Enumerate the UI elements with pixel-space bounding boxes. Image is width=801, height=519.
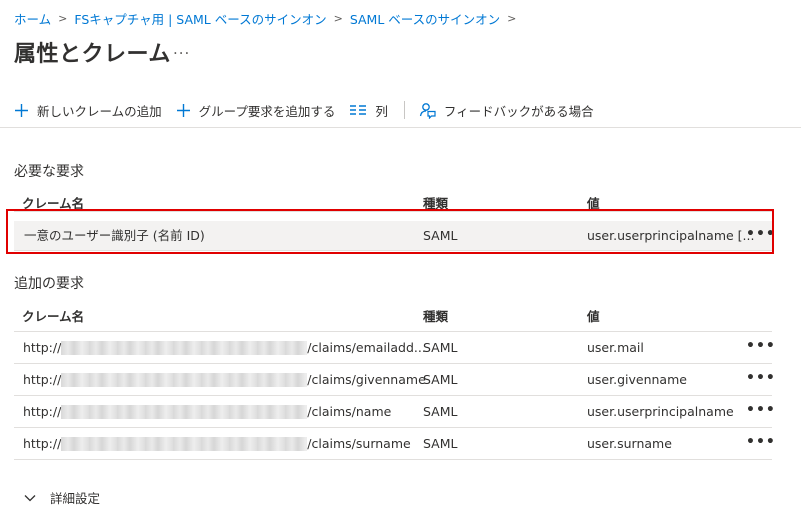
row-more-button[interactable]: ••• [746, 364, 776, 392]
row-more-button[interactable]: ••• [746, 332, 776, 360]
add-claim-button[interactable]: 新しいクレームの追加 [14, 101, 162, 120]
required-claims-heading: 必要な要求 [14, 164, 84, 180]
row-more-button[interactable]: ••• [746, 428, 776, 456]
claim-name: http:///claims/name [23, 404, 392, 419]
claim-type: SAML [423, 436, 458, 451]
page-title: 属性とクレーム [14, 42, 171, 67]
claim-name: http:///claims/surname [23, 436, 411, 451]
claim-value: user.givenname [587, 372, 687, 387]
add-group-claim-label: グループ要求を追加する [198, 103, 336, 119]
add-group-claim-button[interactable]: グループ要求を追加する [176, 101, 336, 120]
breadcrumb-app[interactable]: FSキャプチャ用 | SAML ベースのサインオン [74, 9, 326, 28]
column-header-type[interactable]: 種類 [423, 306, 448, 325]
breadcrumb-saml[interactable]: SAML ベースのサインオン [350, 9, 500, 28]
redacted-url [61, 372, 308, 387]
feedback-label: フィードバックがある場合 [443, 103, 594, 119]
table-row[interactable]: http:///claims/givenname SAML user.given… [14, 364, 775, 396]
claim-value: user.mail [587, 340, 644, 355]
advanced-settings-toggle[interactable]: 詳細設定 [24, 488, 100, 507]
chevron-right-icon: > [58, 12, 68, 25]
claim-name: http:///claims/emailadd... [23, 340, 426, 355]
claim-type: SAML [423, 372, 458, 387]
redacted-url [61, 404, 308, 419]
claim-value: user.surname [587, 436, 672, 451]
columns-icon [350, 105, 367, 115]
feedback-icon [419, 102, 436, 119]
claim-name: http:///claims/givenname [23, 372, 426, 387]
redacted-url [61, 436, 308, 451]
breadcrumb-home[interactable]: ホーム [14, 9, 51, 28]
claim-type: SAML [423, 340, 458, 355]
feedback-button[interactable]: フィードバックがある場合 [419, 101, 594, 120]
chevron-right-icon: > [333, 12, 343, 25]
column-header-claim-name[interactable]: クレーム名 [22, 306, 84, 325]
toolbar-divider-line [0, 127, 801, 128]
table-row[interactable]: http:///claims/surname SAML user.surname… [14, 428, 775, 460]
redacted-url [61, 340, 308, 355]
chevron-right-icon: > [507, 12, 517, 25]
add-claim-label: 新しいクレームの追加 [37, 103, 162, 119]
table-row[interactable]: http:///claims/name SAML user.userprinci… [14, 396, 775, 428]
column-header-value[interactable]: 値 [587, 306, 600, 325]
command-bar: 新しいクレームの追加 グループ要求を追加する 列 フィードバックがある場合 [14, 98, 608, 122]
columns-button[interactable]: 列 [349, 101, 388, 120]
chevron-down-icon [24, 494, 36, 501]
more-options-button[interactable]: ... [173, 40, 190, 58]
breadcrumb: ホーム > FSキャプチャ用 | SAML ベースのサインオン > SAML ベ… [14, 9, 523, 28]
additional-claims-heading: 追加の要求 [14, 276, 84, 292]
toolbar-divider [403, 101, 405, 119]
row-more-button[interactable]: ••• [746, 396, 776, 424]
claim-type: SAML [423, 404, 458, 419]
table-row[interactable]: http:///claims/emailadd... SAML user.mai… [14, 332, 775, 364]
advanced-settings-label: 詳細設定 [50, 491, 101, 506]
claim-value: user.userprincipalname [587, 404, 734, 419]
plus-icon [176, 103, 190, 117]
highlight-box [6, 209, 774, 254]
columns-label: 列 [375, 103, 388, 119]
plus-icon [15, 103, 28, 117]
